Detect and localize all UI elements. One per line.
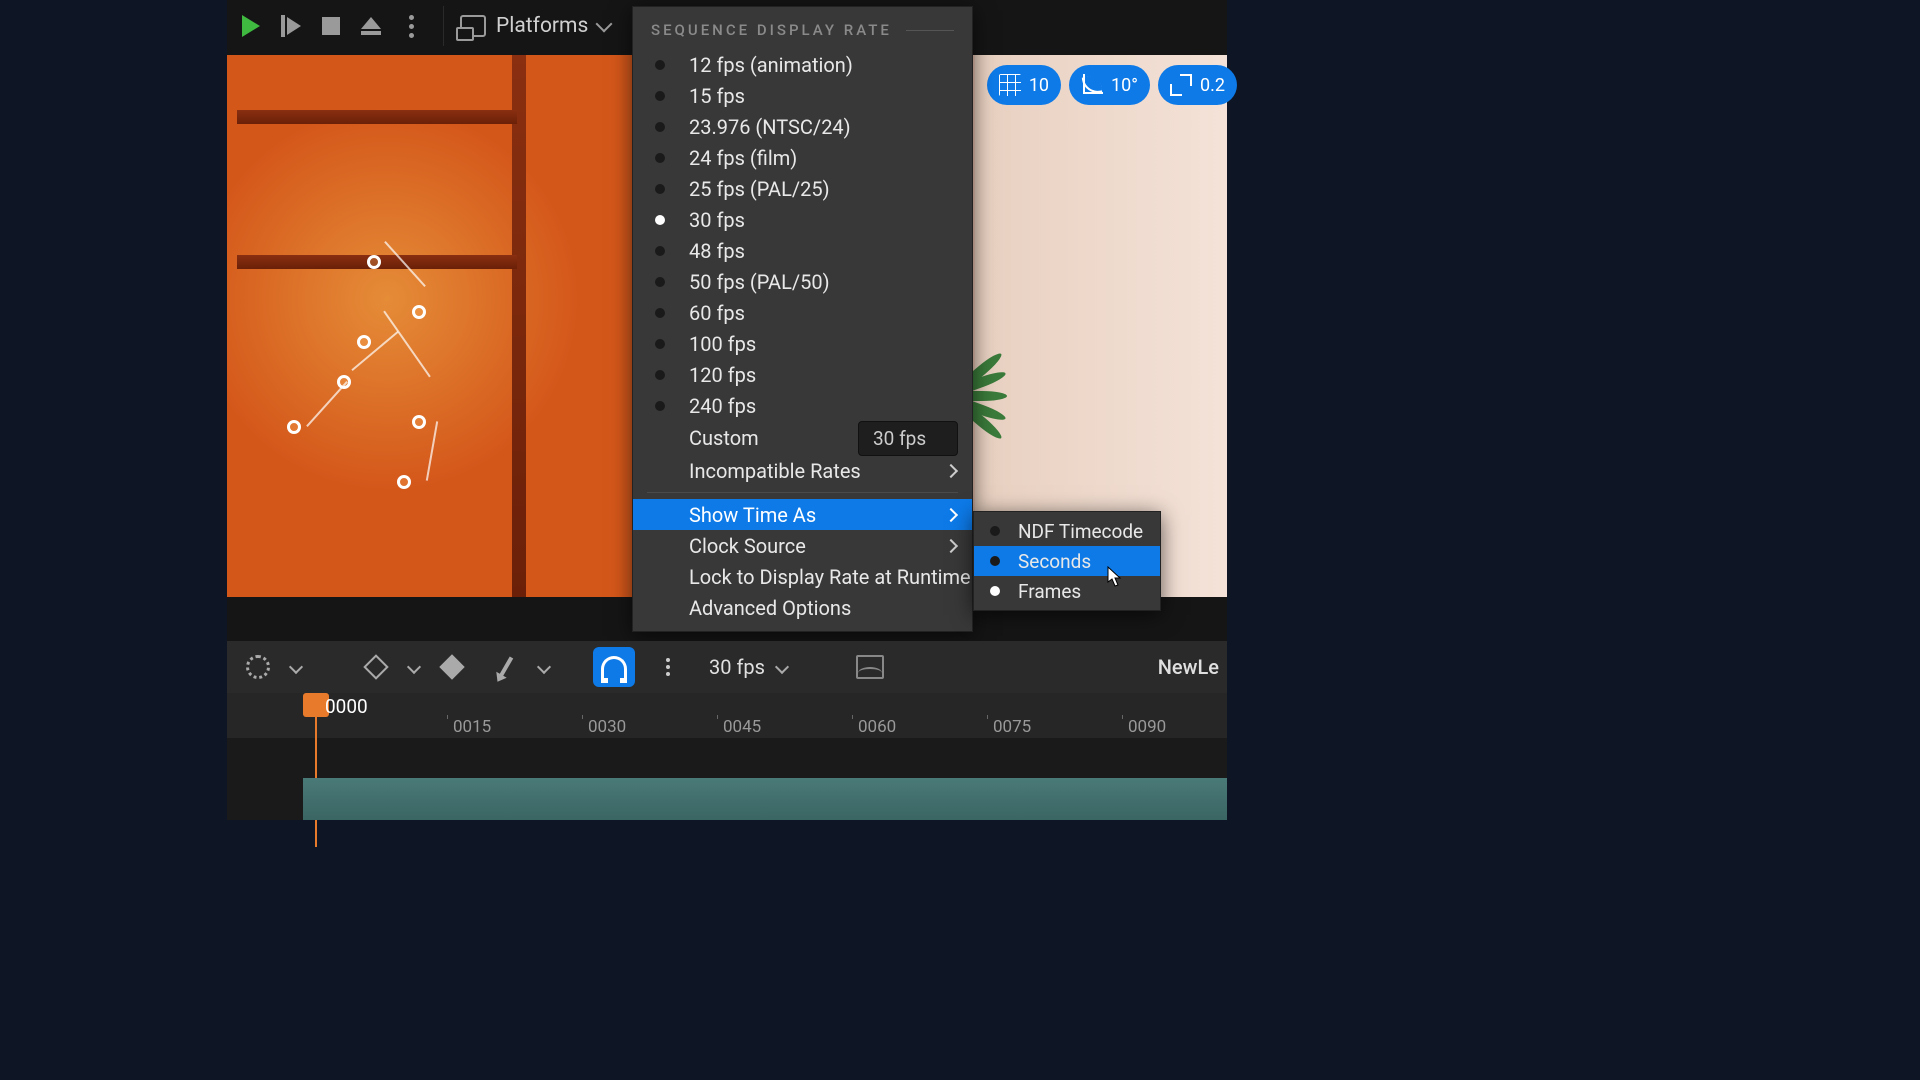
play-button[interactable] [235,10,267,42]
timeline[interactable]: 0000 0015 0030 0045 0060 0075 0090 [227,693,1227,820]
chevron-right-icon [944,507,958,521]
rate-option-24fps[interactable]: 24 fps (film) [633,142,972,173]
chevron-down-icon [775,660,789,674]
rate-option-15fps[interactable]: 15 fps [633,80,972,111]
eject-button[interactable] [355,10,387,42]
time-format-frames[interactable]: Frames [974,576,1160,606]
magnet-icon [601,656,627,678]
timeline-tick: 0075 [987,715,1031,737]
viewport-overlay-toolbar: 10 10° 0.2 [987,65,1237,105]
editor-frame: Platforms [227,0,1227,820]
fps-dropdown[interactable]: 30 fps [701,655,795,679]
timeline-tick: 0045 [717,715,761,737]
edit-mode-button[interactable] [485,647,527,687]
curve-editor-button[interactable] [849,647,891,687]
stop-icon [322,17,340,35]
rate-option-120fps[interactable]: 120 fps [633,359,972,390]
chevron-down-icon [596,16,613,33]
scale-snap-toggle[interactable]: 0.2 [1158,65,1237,105]
angle-icon [1081,74,1103,96]
chevron-down-icon[interactable] [407,660,421,674]
grid-icon [999,74,1021,96]
display-rate-menu: SEQUENCE DISPLAY RATE 12 fps (animation)… [632,6,973,632]
rate-option-100fps[interactable]: 100 fps [633,328,972,359]
rate-option-25fps[interactable]: 25 fps (PAL/25) [633,173,972,204]
menu-dots-icon [409,15,414,38]
platforms-label: Platforms [496,14,588,38]
chevron-down-icon[interactable] [537,660,551,674]
menu-dots-icon [666,658,670,676]
grid-snap-value: 10 [1029,75,1049,96]
platforms-dropdown[interactable]: Platforms [460,14,610,38]
show-time-as-submenu[interactable]: Show Time As [633,499,972,530]
rate-option-23976[interactable]: 23.976 (NTSC/24) [633,111,972,142]
time-format-ndf-timecode[interactable]: NDF Timecode [974,516,1160,546]
play-options-button[interactable] [395,10,427,42]
show-time-as-flyout: NDF Timecode Seconds Frames [973,511,1161,611]
timeline-tick: 0060 [852,715,896,737]
chevron-down-icon[interactable] [289,660,303,674]
eject-icon [361,17,381,35]
rate-option-240fps[interactable]: 240 fps [633,390,972,421]
keyframe-icon [363,654,388,679]
timeline-ruler[interactable]: 0000 0015 0030 0045 0060 0075 0090 [227,693,1227,738]
snapping-options[interactable] [647,647,689,687]
curve-icon [856,655,884,679]
incompatible-rates-submenu[interactable]: Incompatible Rates [633,455,972,486]
mouse-cursor [1107,566,1123,588]
rate-option-50fps[interactable]: 50 fps (PAL/50) [633,266,972,297]
keyframe-button[interactable] [355,647,397,687]
rate-option-30fps[interactable]: 30 fps [633,204,972,235]
settings-button[interactable] [237,647,279,687]
timeline-tick: 0030 [582,715,626,737]
key-filled-icon [439,654,464,679]
timeline-tick: 0015 [447,715,491,737]
gear-icon [246,655,270,679]
toolbar-divider [443,6,444,46]
playhead-frame: 0000 [325,695,368,718]
angle-snap-toggle[interactable]: 10° [1069,65,1150,105]
play-icon [242,15,260,37]
menu-header: SEQUENCE DISPLAY RATE [633,7,972,49]
expand-icon [1170,74,1192,96]
auto-key-button[interactable] [431,647,473,687]
snapping-toggle[interactable] [593,647,635,687]
step-button[interactable] [275,10,307,42]
timeline-track[interactable] [303,778,1227,820]
stop-button[interactable] [315,10,347,42]
rate-option-48fps[interactable]: 48 fps [633,235,972,266]
angle-snap-value: 10° [1111,75,1138,96]
rate-option-60fps[interactable]: 60 fps [633,297,972,328]
time-format-seconds[interactable]: Seconds [974,546,1160,576]
chevron-right-icon [944,463,958,477]
platforms-icon [460,15,486,37]
menu-separator [647,492,958,493]
step-icon [281,15,301,37]
pen-icon [499,656,513,677]
rate-option-custom[interactable]: Custom 30 fps [633,421,972,455]
scale-snap-value: 0.2 [1200,75,1225,96]
grid-snap-toggle[interactable]: 10 [987,65,1061,105]
chevron-right-icon [944,538,958,552]
custom-fps-input[interactable]: 30 fps [858,421,958,456]
clock-source-submenu[interactable]: Clock Source [633,530,972,561]
timeline-tick: 0090 [1122,715,1166,737]
lock-display-rate-option[interactable]: Lock to Display Rate at Runtime [633,561,972,592]
advanced-options[interactable]: Advanced Options [633,592,972,623]
sequencer-toolbar: 30 fps NewLe [227,641,1227,693]
rate-option-12fps[interactable]: 12 fps (animation) [633,49,972,80]
sequence-name: NewLe [1158,655,1219,679]
